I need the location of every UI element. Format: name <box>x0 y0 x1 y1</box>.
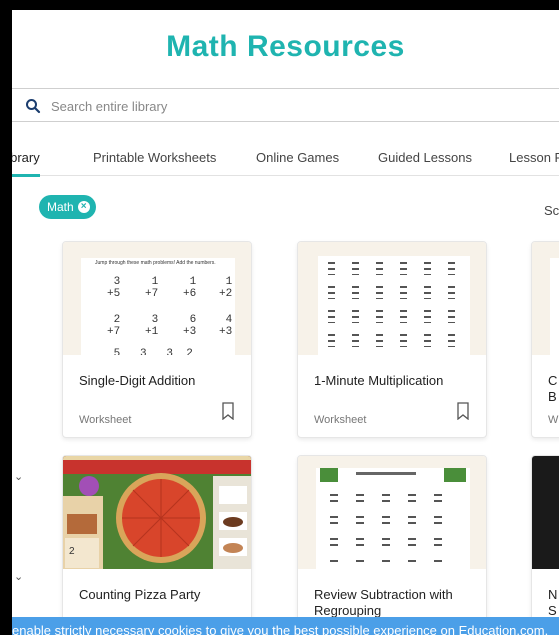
resource-card[interactable]: 2 Counting Pizza Party <box>62 455 252 635</box>
card-title[interactable]: Review Subtraction with Regrouping <box>314 587 479 619</box>
resource-card[interactable]: Jump through these math problems! Add th… <box>62 241 252 438</box>
pizza-game-illustration: 2 <box>63 456 251 569</box>
multiplication-grid <box>328 262 455 347</box>
resource-card[interactable]: N S <box>531 455 559 635</box>
tab-library[interactable]: Library <box>12 150 40 177</box>
filter-chip-math[interactable]: Math × <box>39 195 96 219</box>
chevron-down-icon[interactable]: ⌄ <box>14 570 23 583</box>
filter-chip-label: Math <box>47 200 74 214</box>
card-type: Worksheet <box>79 414 132 426</box>
card-title[interactable]: 1-Minute Multiplication <box>314 373 479 389</box>
card-thumbnail <box>532 456 559 569</box>
card-type: W <box>548 414 559 426</box>
worksheet-heading: Jump through these math problems! Add th… <box>95 260 216 266</box>
problem: 2 +7 <box>107 314 121 338</box>
bookmark-icon[interactable] <box>456 402 470 420</box>
problem: 4 +3 <box>219 314 233 338</box>
problem: 1 +2 <box>219 276 233 300</box>
problem: 5 3 3 2 <box>107 348 193 355</box>
card-thumbnail <box>298 242 486 355</box>
card-thumbnail <box>298 456 486 569</box>
resource-card[interactable]: 1-Minute Multiplication Worksheet <box>297 241 487 438</box>
card-type: Worksheet <box>314 414 367 426</box>
card-thumbnail: Jump through these math problems! Add th… <box>63 242 251 355</box>
card-title[interactable]: N S <box>548 587 559 619</box>
search-bar[interactable] <box>12 88 559 122</box>
tab-online-games[interactable]: Online Games <box>256 150 339 176</box>
close-icon[interactable]: × <box>77 201 90 213</box>
tab-printable-worksheets[interactable]: Printable Worksheets <box>93 150 216 176</box>
subtraction-grid <box>320 468 466 562</box>
tab-guided-lessons[interactable]: Guided Lessons <box>378 150 472 176</box>
resource-card[interactable]: C B W <box>531 241 559 438</box>
svg-text:2: 2 <box>69 546 75 557</box>
cookie-banner-text: enable strictly necessary cookies to giv… <box>12 623 549 635</box>
search-icon <box>26 99 41 114</box>
worksheet-preview <box>316 468 470 569</box>
card-title[interactable]: Single-Digit Addition <box>79 373 244 389</box>
worksheet-preview <box>318 256 470 355</box>
cookie-banner: enable strictly necessary cookies to giv… <box>12 617 559 635</box>
problem: 3 +5 <box>107 276 121 300</box>
problem: 1 +6 <box>183 276 197 300</box>
card-title[interactable]: Counting Pizza Party <box>79 587 244 603</box>
library-tabs: Library Printable Worksheets Online Game… <box>12 150 559 177</box>
search-input[interactable] <box>51 93 451 119</box>
problem: 1 +7 <box>145 276 159 300</box>
page-title: Math Resources <box>166 30 405 63</box>
problem: 3 +1 <box>145 314 159 338</box>
card-title[interactable]: C B <box>548 373 559 405</box>
bookmark-icon[interactable] <box>221 402 235 420</box>
resource-card[interactable]: Review Subtraction with Regrouping <box>297 455 487 635</box>
card-thumbnail <box>532 242 559 355</box>
worksheet-preview <box>550 258 559 355</box>
chevron-down-icon[interactable]: ⌄ <box>14 470 23 483</box>
card-thumbnail: 2 <box>63 456 251 569</box>
worksheet-preview: Jump through these math problems! Add th… <box>81 258 235 355</box>
sort-label[interactable]: Sc <box>544 203 559 218</box>
page: Math Resources Library Printable Workshe… <box>12 10 559 635</box>
tab-lesson-plans[interactable]: Lesson P <box>509 150 559 176</box>
problem: 6 +3 <box>183 314 197 338</box>
